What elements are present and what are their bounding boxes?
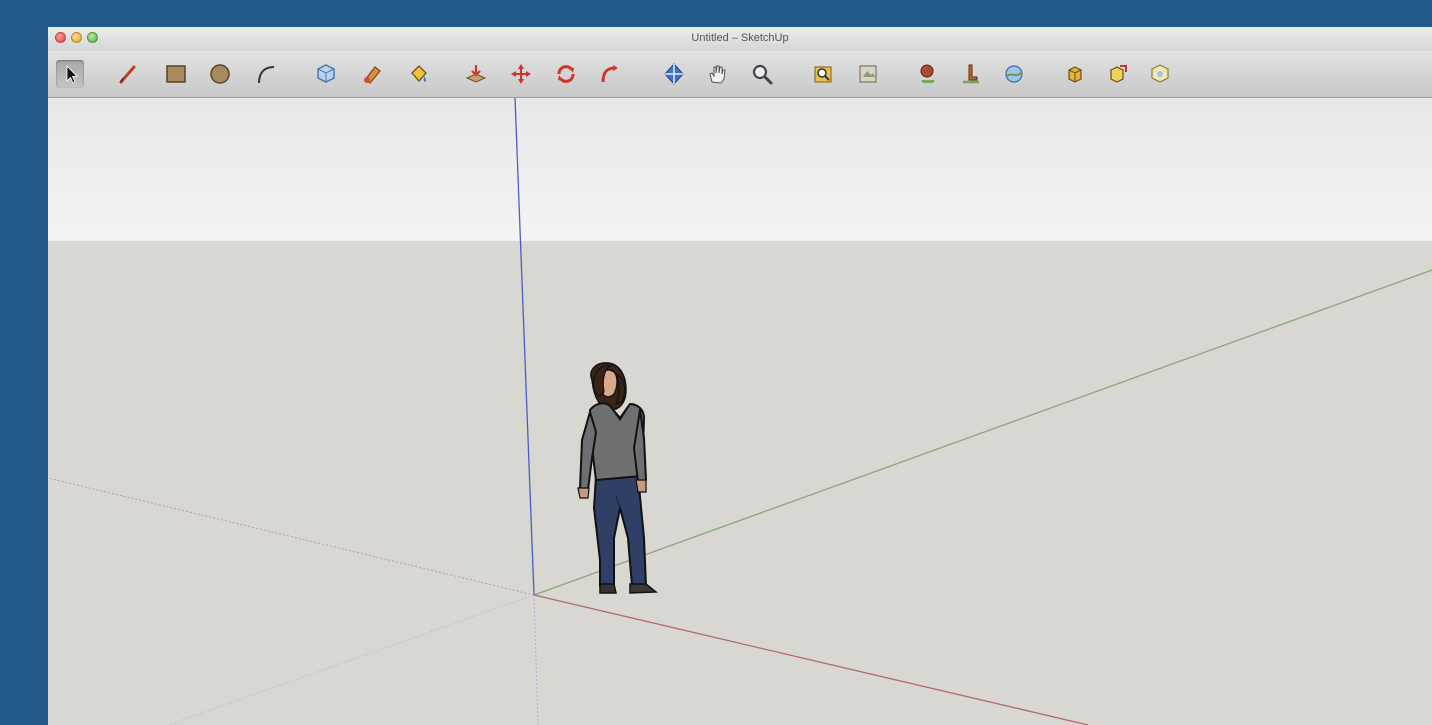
terrain-icon [963, 64, 979, 84]
red-axis-negative [48, 477, 535, 596]
pencil-icon [119, 65, 136, 84]
3d-viewport[interactable] [48, 98, 1432, 725]
share-model-icon [1068, 66, 1082, 83]
rotate-icon [557, 65, 575, 83]
paint-bucket-icon [411, 65, 427, 82]
add-location-icon [920, 64, 935, 83]
green-axis-positive [533, 269, 1432, 596]
get-models-tool-button[interactable] [1000, 60, 1028, 88]
window-title: Untitled – SketchUp [691, 32, 789, 44]
rotate-tool-button[interactable] [552, 60, 580, 88]
follow-me-icon [601, 65, 618, 83]
follow-me-tool-button[interactable] [595, 60, 623, 88]
zoom-extents-icon [814, 66, 832, 83]
move-arrows-icon [511, 64, 531, 84]
line-tool-button[interactable] [114, 60, 142, 88]
circle-tool-button[interactable] [206, 60, 234, 88]
blue-axis-positive [514, 98, 535, 596]
title-bar: Untitled – SketchUp [48, 27, 1432, 51]
share-component-tool-button[interactable] [1103, 60, 1131, 88]
sketchup-window: Untitled – SketchUp [48, 27, 1432, 725]
make-component-tool-button[interactable] [312, 60, 340, 88]
arc-icon [258, 66, 275, 84]
eraser-icon [364, 66, 381, 84]
move-tool-button[interactable] [507, 60, 535, 88]
component-icon [317, 64, 335, 83]
orbit-icon [664, 63, 684, 85]
person-scale-figure [577, 362, 659, 594]
rectangle-tool-button[interactable] [162, 60, 190, 88]
previous-view-tool-button[interactable] [854, 60, 882, 88]
zoom-tool-button[interactable] [748, 60, 776, 88]
scene-canvas [48, 98, 1432, 725]
toggle-terrain-tool-button[interactable] [957, 60, 985, 88]
previous-view-icon [859, 65, 877, 83]
select-tool-button[interactable] [56, 60, 84, 88]
magnifier-icon [752, 64, 773, 85]
zoom-extents-tool-button[interactable] [809, 60, 837, 88]
paint-bucket-tool-button[interactable] [405, 60, 433, 88]
circle-icon [210, 64, 230, 84]
select-arrow-icon [66, 65, 78, 84]
photo-textures-tool-button[interactable] [1146, 60, 1174, 88]
share-model-tool-button[interactable] [1061, 60, 1089, 88]
arc-tool-button[interactable] [252, 60, 280, 88]
orbit-tool-button[interactable] [660, 60, 688, 88]
red-axis-positive [533, 594, 1089, 725]
hand-pan-icon [709, 65, 726, 84]
pan-tool-button[interactable] [703, 60, 731, 88]
blue-axis-negative [533, 594, 539, 725]
main-toolbar [48, 51, 1432, 98]
green-axis-negative [167, 594, 535, 725]
push-pull-icon [465, 65, 487, 83]
photo-textures-icon [1151, 64, 1169, 83]
push-pull-tool-button[interactable] [462, 60, 490, 88]
globe-models-icon [1005, 65, 1023, 83]
eraser-tool-button[interactable] [357, 60, 385, 88]
share-component-icon [1110, 65, 1127, 83]
rectangle-icon [166, 65, 186, 83]
add-location-tool-button[interactable] [914, 60, 942, 88]
